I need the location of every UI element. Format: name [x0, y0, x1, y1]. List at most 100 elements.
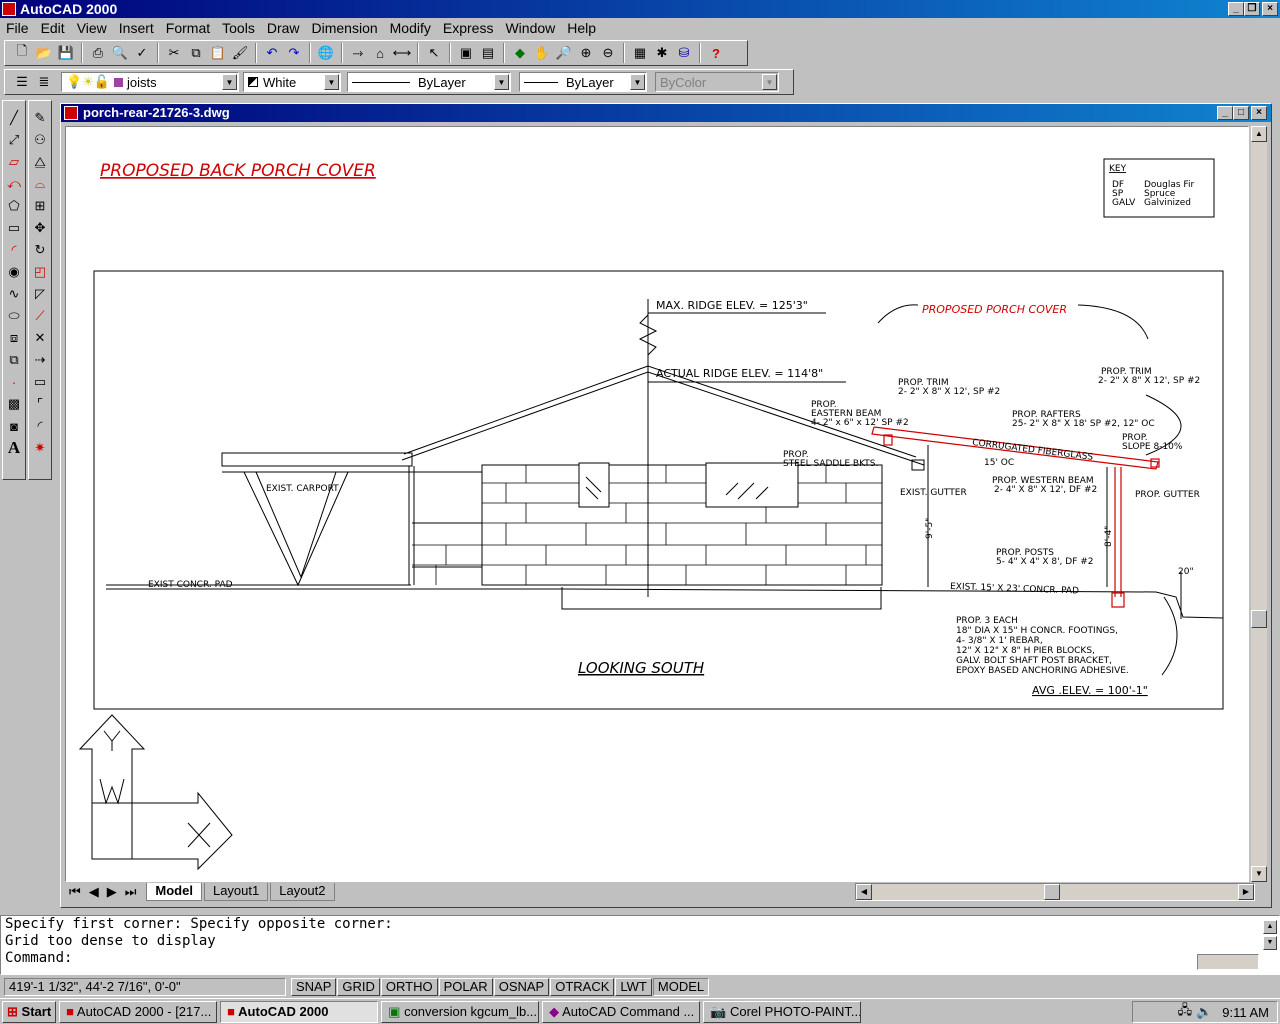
paste-icon[interactable]: 📋: [207, 42, 229, 64]
redraw-icon[interactable]: ↖: [423, 42, 445, 64]
speaker-icon[interactable]: 🔈: [1196, 1004, 1212, 1020]
spell-icon[interactable]: ✓: [131, 42, 153, 64]
menu-help[interactable]: Help: [561, 20, 602, 36]
task-excel[interactable]: ▣ conversion kgcum_lb...: [381, 1000, 540, 1023]
horizontal-scrollbar[interactable]: ◀ ▶: [855, 883, 1255, 901]
move-icon[interactable]: ✥: [29, 217, 51, 239]
tab-last-icon[interactable]: ⏭: [121, 884, 141, 900]
array-icon[interactable]: ⊞: [29, 195, 51, 217]
tab-first-icon[interactable]: ⏮: [65, 884, 85, 900]
clock[interactable]: 9:11 AM: [1222, 1005, 1269, 1020]
copy-object-icon[interactable]: ⚇: [29, 129, 51, 151]
xline-icon[interactable]: ⤢: [3, 129, 25, 151]
aerial-view-icon[interactable]: ▣: [455, 42, 477, 64]
rotate-icon[interactable]: ↻: [29, 239, 51, 261]
osnap-toggle[interactable]: OSNAP: [493, 978, 550, 996]
tab-layout1[interactable]: Layout1: [203, 883, 269, 901]
point-icon[interactable]: ·: [3, 371, 25, 393]
named-views-icon[interactable]: ▤: [477, 42, 499, 64]
extend-icon[interactable]: ⇢: [29, 349, 51, 371]
menu-format[interactable]: Format: [160, 20, 216, 36]
vertical-scrollbar[interactable]: ▲ ▼: [1251, 126, 1267, 882]
copy-icon[interactable]: ⧉: [185, 42, 207, 64]
distance-icon[interactable]: ⟷: [391, 42, 413, 64]
menu-draw[interactable]: Draw: [261, 20, 306, 36]
menu-edit[interactable]: Edit: [35, 20, 71, 36]
cmd-scroll-down-icon[interactable]: ▼: [1263, 936, 1277, 950]
doc-minimize-button[interactable]: _: [1217, 106, 1233, 120]
stretch-icon[interactable]: ◸: [29, 283, 51, 305]
doc-maximize-button[interactable]: □: [1233, 106, 1249, 120]
restore-button[interactable]: ❐: [1244, 2, 1260, 16]
fillet-icon[interactable]: ◜: [29, 415, 51, 437]
start-button[interactable]: ⊞ Start: [2, 1000, 57, 1023]
lengthen-icon[interactable]: ⟋: [29, 305, 51, 327]
doc-close-button[interactable]: ×: [1251, 106, 1267, 120]
menu-file[interactable]: File: [0, 20, 35, 36]
zoom-window-icon[interactable]: ⊕: [575, 42, 597, 64]
line-icon[interactable]: ╱: [3, 107, 25, 129]
region-icon[interactable]: ◙: [3, 415, 25, 437]
ucs-icon[interactable]: ⌂: [369, 42, 391, 64]
scale-icon[interactable]: ◰: [29, 261, 51, 283]
preview-icon[interactable]: 🔍: [109, 42, 131, 64]
erase-icon[interactable]: ✎: [29, 107, 51, 129]
hatch-icon[interactable]: ▩: [3, 393, 25, 415]
new-icon[interactable]: 🗋: [11, 42, 33, 64]
linetype-combo[interactable]: ByLayer ▼: [347, 72, 511, 92]
scroll-left-icon[interactable]: ◀: [856, 884, 872, 900]
pan-icon[interactable]: ✋: [531, 42, 553, 64]
menu-express[interactable]: Express: [437, 20, 500, 36]
task-corel[interactable]: 📷 Corel PHOTO-PAINT...: [703, 1000, 862, 1023]
scroll-up-icon[interactable]: ▲: [1251, 126, 1267, 142]
task-autocad[interactable]: ■ AutoCAD 2000: [220, 1000, 379, 1023]
circle-icon[interactable]: ◉: [3, 261, 25, 283]
tab-next-icon[interactable]: ▶: [103, 884, 121, 900]
chamfer-icon[interactable]: ⌜: [29, 393, 51, 415]
model-toggle[interactable]: MODEL: [652, 978, 710, 996]
tab-layout2[interactable]: Layout2: [270, 883, 335, 901]
mtext-icon[interactable]: A: [3, 437, 25, 459]
ellipse-icon[interactable]: ⬭: [3, 305, 25, 327]
menu-window[interactable]: Window: [499, 20, 561, 36]
trim-icon[interactable]: ✕: [29, 327, 51, 349]
snap-from-icon[interactable]: ⤑: [347, 42, 369, 64]
explode-icon[interactable]: ✷: [29, 437, 51, 459]
polygon-icon[interactable]: ⬠: [3, 195, 25, 217]
properties-icon[interactable]: ▦: [629, 42, 651, 64]
spline-icon[interactable]: ∿: [3, 283, 25, 305]
insert-block-icon[interactable]: ⧈: [3, 327, 25, 349]
minimize-button[interactable]: _: [1228, 2, 1244, 16]
undo-icon[interactable]: ↶: [261, 42, 283, 64]
mline-icon[interactable]: ▱: [3, 151, 25, 173]
scroll-right-icon[interactable]: ▶: [1238, 884, 1254, 900]
web-icon[interactable]: 🌐: [315, 42, 337, 64]
menu-view[interactable]: View: [71, 20, 113, 36]
database-icon[interactable]: ⛁: [673, 42, 695, 64]
command-prompt[interactable]: Command:: [5, 950, 1279, 967]
tab-prev-icon[interactable]: ◀: [85, 884, 103, 900]
scroll-thumb[interactable]: [1251, 610, 1267, 628]
save-icon[interactable]: 💾: [55, 42, 77, 64]
cut-icon[interactable]: ✂: [163, 42, 185, 64]
break-icon[interactable]: ▭: [29, 371, 51, 393]
menu-dimension[interactable]: Dimension: [306, 20, 384, 36]
coordinates-display[interactable]: 419'-1 1/32", 44'-2 7/16", 0'-0": [4, 978, 286, 996]
menu-modify[interactable]: Modify: [384, 20, 437, 36]
otrack-toggle[interactable]: OTRACK: [550, 978, 615, 996]
mirror-icon[interactable]: ⧋: [29, 151, 51, 173]
tray-icon[interactable]: 🖧: [1178, 1001, 1193, 1023]
zoom-realtime-icon[interactable]: 🔎: [553, 42, 575, 64]
model-space-canvas[interactable]: PROPOSED BACK PORCH COVER KEY DF Douglas…: [65, 126, 1249, 882]
cmd-scroll-up-icon[interactable]: ▲: [1263, 920, 1277, 934]
match-properties-icon[interactable]: 🖌: [229, 42, 251, 64]
tab-model[interactable]: Model: [146, 883, 202, 901]
polyline-icon[interactable]: ⤺: [3, 173, 25, 195]
ortho-toggle[interactable]: ORTHO: [380, 978, 438, 996]
chevron-down-icon[interactable]: ▼: [324, 74, 339, 90]
task-autocad-command[interactable]: ◆ AutoCAD Command ...: [542, 1000, 701, 1023]
menu-insert[interactable]: Insert: [113, 20, 160, 36]
cmd-hscroll[interactable]: [1197, 954, 1259, 970]
close-button[interactable]: ×: [1262, 2, 1278, 16]
redo-icon[interactable]: ↷: [283, 42, 305, 64]
